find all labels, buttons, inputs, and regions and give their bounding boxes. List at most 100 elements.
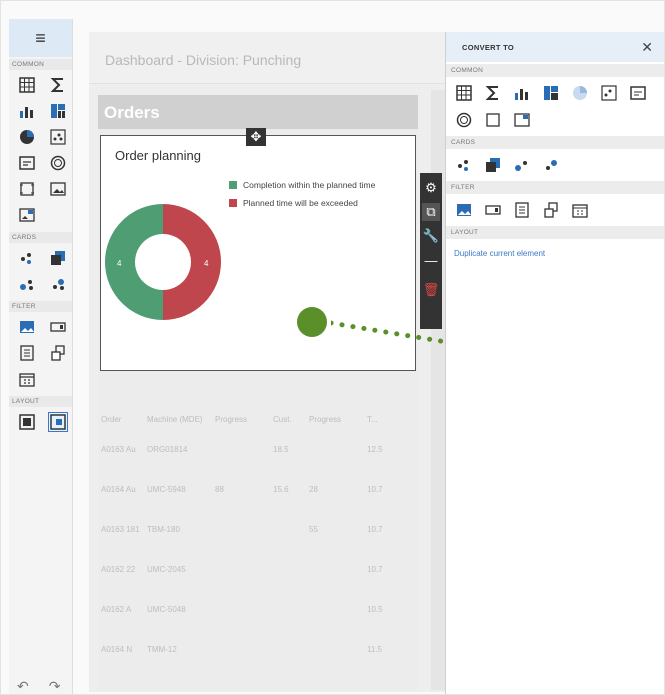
duplicate-element-link[interactable]: Duplicate current element (446, 239, 664, 268)
image-frame-icon[interactable] (18, 180, 36, 198)
dots-card-icon[interactable] (454, 156, 474, 174)
close-icon[interactable]: ✕ (641, 39, 653, 56)
table-cell: 18.5 (273, 445, 289, 454)
table-header-cell: Cust. (273, 415, 292, 424)
table-row[interactable]: A0164 Au UMC-5948 88 15.6 28 10.7 (101, 479, 411, 519)
table-row[interactable]: A0163 Au ORG01814 18.5 12.5 (101, 439, 411, 479)
legend-item: Completion within the planned time (229, 180, 375, 190)
card-title: Order planning (115, 148, 201, 163)
table-header-cell: T... (367, 415, 378, 424)
tree-filter-icon[interactable] (49, 344, 67, 362)
undo-redo-row: ↶ ↷ (17, 678, 61, 694)
list-filter-icon[interactable] (512, 201, 532, 219)
list-filter-icon[interactable] (18, 344, 36, 362)
table-cell: UMC-2045 (147, 565, 186, 574)
table-cell: A0162 22 (101, 565, 136, 574)
table-cell (215, 565, 273, 593)
table-header-cell: Order (101, 415, 122, 424)
settings-gear-icon[interactable]: ⚙ (422, 179, 440, 197)
delete-trash-icon[interactable]: 🗑 (422, 281, 440, 299)
map-image-icon[interactable] (18, 206, 36, 224)
convert-section-layout: LAYOUT (446, 226, 664, 239)
orders-table: Order Machine (MDE) Progress Cust. Progress T… (101, 409, 411, 679)
stack-card-icon[interactable] (483, 156, 503, 174)
text-box-icon[interactable] (18, 154, 36, 172)
scatter-card-icon[interactable] (599, 84, 619, 102)
grid-table-icon[interactable] (18, 76, 36, 94)
toolbox-sidebar: ≡ COMMON CARDS FILTER LAYOUT ↶ ↷ (9, 19, 73, 694)
tab-layout-icon[interactable] (48, 412, 68, 432)
table-cell (309, 565, 367, 593)
treemap-icon[interactable] (49, 102, 67, 120)
separator-icon: — (424, 252, 438, 268)
convert-section-filter: FILTER (446, 181, 664, 194)
grid-table-icon[interactable] (454, 84, 474, 102)
legend-label: Planned time will be exceeded (243, 198, 358, 208)
table-row[interactable]: A0162 A UMC-5048 10.5 (101, 599, 411, 639)
calendar-filter-icon[interactable] (570, 201, 590, 219)
table-cell: 10.7 (367, 485, 383, 494)
table-cell (309, 605, 367, 633)
table-cell: 10.5 (367, 605, 383, 614)
gauge-icon[interactable] (454, 111, 474, 129)
toolbox-section-common: COMMON (9, 59, 72, 70)
table-row[interactable]: A0164 N TMM-12 11.5 (101, 639, 411, 679)
convert-header: CONVERT TO ✕ (446, 32, 664, 62)
convert-to-panel: CONVERT TO ✕ COMMON CARDS FILTER LAYOUT … (445, 32, 664, 694)
table-row[interactable]: A0163 181 TBM-180 55 10.7 (101, 519, 411, 559)
scatter-card-icon[interactable] (49, 128, 67, 146)
table-cell: A0164 Au (101, 485, 136, 494)
combo-filter-icon[interactable] (483, 201, 503, 219)
table-cell: TBM-180 (147, 525, 180, 534)
bubble-card-icon[interactable] (18, 275, 36, 293)
calendar-filter-icon[interactable] (18, 370, 36, 388)
chart-legend: Completion within the planned time Plann… (229, 180, 375, 216)
slice-completion (105, 204, 163, 320)
group-layout-icon[interactable] (18, 413, 36, 431)
sum-icon[interactable] (483, 84, 503, 102)
treemap-icon[interactable] (541, 84, 561, 102)
bubble-card-icon[interactable] (512, 156, 532, 174)
legend-swatch-red (229, 199, 237, 207)
picture-icon[interactable] (49, 180, 67, 198)
tree-filter-icon[interactable] (541, 201, 561, 219)
table-cell (215, 445, 273, 473)
table-cell: UMC-5048 (147, 605, 186, 614)
donut-chart: 4 4 (105, 204, 221, 320)
table-cell: A0163 Au (101, 445, 136, 454)
text-box-icon[interactable] (628, 84, 648, 102)
image-frame-icon[interactable] (483, 111, 503, 129)
table-cell: 55 (309, 525, 318, 534)
table-cell (215, 605, 273, 633)
table-row[interactable]: A0162 22 UMC-2045 10.7 (101, 559, 411, 599)
image-filter-icon[interactable] (454, 201, 474, 219)
bubble-card-alt-icon[interactable] (541, 156, 561, 174)
table-cell: TMM-12 (147, 645, 177, 654)
table-cell (215, 525, 273, 553)
redo-icon[interactable]: ↷ (49, 678, 61, 694)
table-cell: ORG01814 (147, 445, 188, 454)
gauge-icon[interactable] (49, 154, 67, 172)
move-handle-icon[interactable]: ✥ (246, 128, 266, 146)
undo-icon[interactable]: ↶ (17, 678, 29, 694)
table-cell: 11.5 (367, 645, 382, 654)
image-filter-icon[interactable] (18, 318, 36, 336)
pie-chart-icon (570, 84, 590, 102)
convert-icon[interactable]: ⧉ (422, 203, 440, 221)
annotation-dot (297, 307, 327, 337)
hamburger-menu-icon[interactable]: ≡ (9, 19, 72, 57)
bubble-card-alt-icon[interactable] (49, 275, 67, 293)
bar-chart-icon[interactable] (18, 102, 36, 120)
table-header-cell: Machine (MDE) (147, 415, 203, 424)
legend-label: Completion within the planned time (243, 180, 376, 190)
wrench-icon[interactable]: 🔧 (422, 227, 440, 245)
map-image-icon[interactable] (512, 111, 532, 129)
bar-chart-icon[interactable] (512, 84, 532, 102)
table-cell (309, 645, 367, 673)
table-cell (273, 645, 309, 673)
combo-filter-icon[interactable] (49, 318, 67, 336)
stack-card-icon[interactable] (49, 249, 67, 267)
dots-card-icon[interactable] (18, 249, 36, 267)
sum-icon[interactable] (49, 76, 67, 94)
pie-chart-icon[interactable] (18, 128, 36, 146)
